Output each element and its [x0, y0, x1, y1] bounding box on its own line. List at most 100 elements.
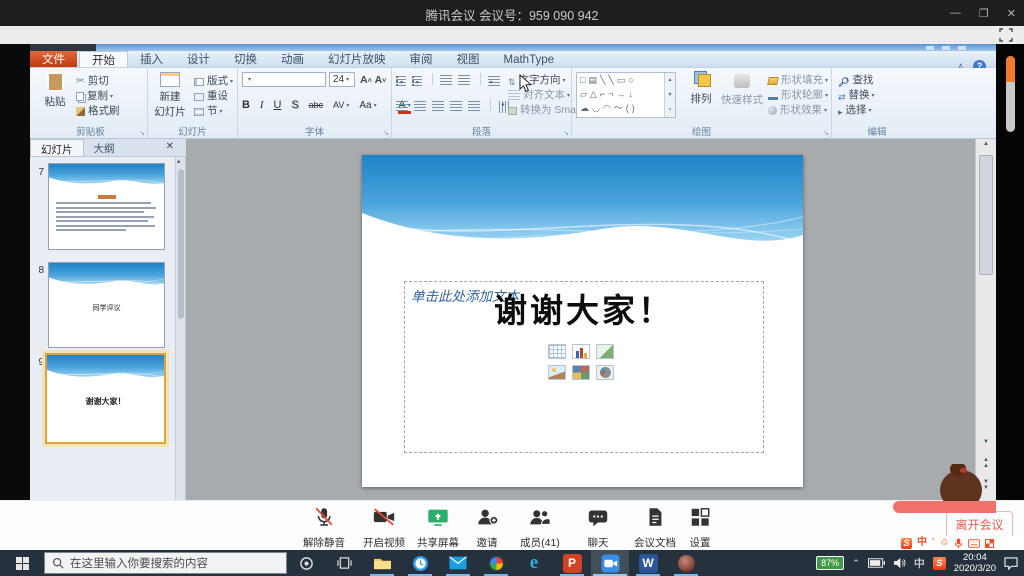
- cut-button[interactable]: ✂ 剪切: [76, 73, 109, 88]
- replace-button[interactable]: ⇄替换: [838, 87, 875, 103]
- shape-outline-button[interactable]: 形状轮廓: [768, 87, 828, 102]
- sogou-input-bar[interactable]: S 中 ’ ☺: [897, 536, 1024, 550]
- change-case-button[interactable]: Aa: [359, 100, 376, 111]
- maximize-icon[interactable]: ❐: [979, 7, 989, 20]
- select-button[interactable]: ▸选择: [838, 102, 872, 118]
- tab-home[interactable]: 开始: [79, 51, 128, 67]
- task-view-button[interactable]: [325, 550, 363, 576]
- slide7-thumbnail[interactable]: [48, 163, 165, 250]
- editor-scrollbar[interactable]: ▲ ▼ ▲▲ ▼▼: [975, 139, 996, 500]
- cortana-button[interactable]: [287, 550, 325, 576]
- section-button[interactable]: 节: [194, 103, 223, 118]
- distribute-icon[interactable]: [468, 101, 480, 111]
- panel-tab-slides[interactable]: 幻灯片: [30, 139, 84, 156]
- insert-smartart-icon[interactable]: [596, 344, 614, 359]
- shape-effects-button[interactable]: 形状效果: [768, 102, 827, 117]
- align-center-icon[interactable]: [414, 101, 426, 111]
- decrease-indent-icon[interactable]: [440, 75, 452, 85]
- tab-mathtype[interactable]: MathType: [492, 51, 567, 67]
- taskbar-avatar-app[interactable]: [667, 550, 705, 576]
- leave-meeting-button[interactable]: 离开会议: [946, 511, 1013, 538]
- find-button[interactable]: 🔎︎查找: [838, 72, 873, 88]
- tab-view[interactable]: 视图: [445, 51, 492, 67]
- dialog-launcher-icon[interactable]: ↘: [563, 129, 569, 137]
- bullets-icon[interactable]: [396, 76, 406, 86]
- fullscreen-icon[interactable]: [999, 28, 1013, 42]
- quick-styles-button[interactable]: 快速样式: [720, 72, 764, 107]
- insert-clipart-icon[interactable]: [572, 365, 590, 380]
- insert-table-icon[interactable]: [548, 344, 566, 359]
- format-painter-button[interactable]: 格式刷: [76, 103, 120, 118]
- layout-button[interactable]: 版式: [194, 73, 233, 88]
- new-slide-button[interactable]: 新建 幻灯片: [150, 72, 190, 119]
- slide8-thumbnail[interactable]: 同学评议: [48, 262, 165, 348]
- tray-clock[interactable]: 20:04 2020/3/20: [954, 552, 996, 574]
- taskbar-file-explorer[interactable]: [363, 550, 401, 576]
- shadow-button[interactable]: S: [291, 99, 298, 111]
- font-size-select[interactable]: 24: [329, 72, 355, 87]
- dialog-launcher-icon[interactable]: ↘: [139, 129, 145, 137]
- font-name-select[interactable]: [242, 72, 326, 87]
- insert-picture-icon[interactable]: [548, 365, 566, 380]
- ime-punct-icon[interactable]: ’: [932, 536, 934, 550]
- justify-icon[interactable]: [450, 101, 462, 111]
- taskbar-powerpoint[interactable]: P: [553, 550, 591, 576]
- battery-icon[interactable]: [868, 558, 885, 568]
- taskbar-word[interactable]: W: [629, 550, 667, 576]
- tab-design[interactable]: 设计: [175, 51, 222, 67]
- shape-fill-button[interactable]: 形状填充: [768, 72, 828, 87]
- taskbar-clock-app[interactable]: [401, 550, 439, 576]
- copy-button[interactable]: 复制: [76, 88, 113, 103]
- action-center-icon[interactable]: [1004, 557, 1018, 570]
- ppt-window-controls[interactable]: [926, 46, 966, 50]
- reset-button[interactable]: 重设: [194, 88, 228, 103]
- grow-shrink-font[interactable]: A˄ A˅: [360, 74, 386, 86]
- arrange-button[interactable]: 排列: [684, 72, 718, 106]
- minimize-icon[interactable]: —: [950, 7, 961, 19]
- tab-file[interactable]: 文件: [30, 51, 77, 67]
- underline-button[interactable]: U: [273, 99, 281, 111]
- increase-indent-icon[interactable]: [458, 75, 470, 85]
- panel-tab-outline[interactable]: 大纲: [84, 139, 125, 156]
- line-spacing-icon[interactable]: [488, 76, 500, 86]
- shapes-gallery-scrollbar[interactable]: ▴▾▿: [664, 73, 675, 118]
- text-placeholder[interactable]: 单击此处添加文本 谢谢大家！: [404, 281, 764, 453]
- tab-review[interactable]: 审阅: [398, 51, 445, 67]
- align-right-icon[interactable]: [432, 101, 444, 111]
- dialog-launcher-icon[interactable]: ↘: [383, 129, 389, 137]
- current-slide[interactable]: 单击此处添加文本 谢谢大家！: [362, 155, 803, 487]
- tray-sogou-icon[interactable]: S: [933, 557, 946, 570]
- tab-transitions[interactable]: 切换: [222, 51, 269, 67]
- numbering-icon[interactable]: [412, 76, 422, 86]
- tray-expand-icon[interactable]: ⌃: [852, 558, 860, 569]
- char-spacing-button[interactable]: AV: [333, 100, 349, 110]
- tab-slideshow[interactable]: 幻灯片放映: [316, 51, 398, 67]
- shapes-gallery[interactable]: □▤╲╲▭○ ▱△⌐¬→↓ ☁◡◠～() ▴▾▿: [576, 72, 676, 118]
- bold-button[interactable]: B: [242, 99, 250, 111]
- members-button[interactable]: 成员(41): [512, 506, 568, 550]
- taskbar-browser-app[interactable]: [477, 550, 515, 576]
- tray-ime-indicator[interactable]: 中: [914, 555, 925, 571]
- italic-button[interactable]: I: [260, 99, 264, 111]
- start-button[interactable]: [0, 550, 44, 576]
- panel-scrollbar[interactable]: [175, 157, 185, 500]
- ime-toolbox-icon[interactable]: [985, 539, 994, 548]
- taskbar-tencent-meeting[interactable]: [591, 550, 629, 576]
- settings-button[interactable]: 设置: [672, 506, 728, 550]
- invite-button[interactable]: 邀请: [459, 506, 515, 550]
- start-video-button[interactable]: 开启视频: [356, 506, 412, 550]
- strikethrough-button[interactable]: abc: [309, 100, 324, 110]
- ime-chinese-icon[interactable]: 中: [917, 536, 927, 550]
- ime-emoji-icon[interactable]: ☺: [939, 536, 949, 550]
- side-scrollbar[interactable]: [1006, 56, 1015, 132]
- ime-keyboard-icon[interactable]: [968, 539, 980, 548]
- volume-icon[interactable]: [893, 557, 906, 569]
- share-screen-button[interactable]: 共享屏幕: [410, 506, 466, 550]
- align-left-icon[interactable]: [396, 101, 408, 111]
- panel-close-icon[interactable]: ✕: [166, 141, 174, 152]
- unmute-button[interactable]: 解除静音: [296, 506, 352, 550]
- tab-animations[interactable]: 动画: [269, 51, 316, 67]
- paste-button[interactable]: 粘贴: [40, 72, 70, 109]
- dialog-launcher-icon[interactable]: ↘: [823, 129, 829, 137]
- sogou-logo-icon[interactable]: S: [901, 538, 912, 549]
